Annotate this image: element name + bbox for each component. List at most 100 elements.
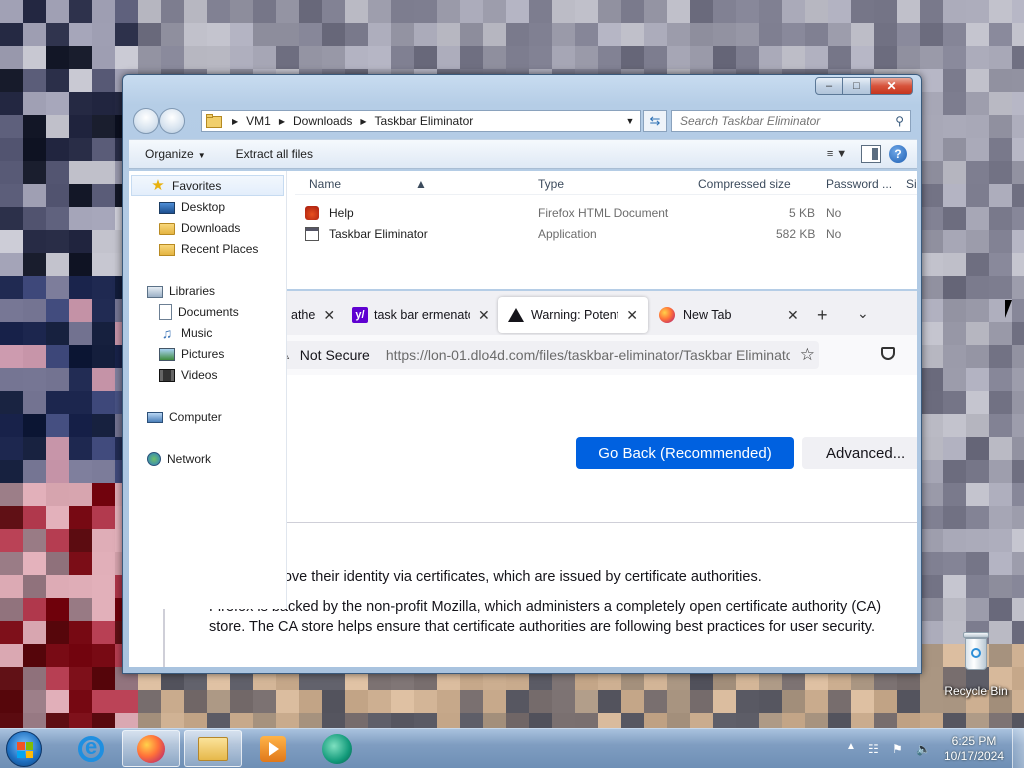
advanced-button[interactable]: Advanced...	[802, 437, 917, 469]
sidebar-item-favorites[interactable]: ★ Favorites	[131, 175, 284, 196]
mouse-cursor	[1005, 300, 1019, 318]
minimize-button[interactable]: –	[815, 77, 843, 95]
column-header-name[interactable]: Name	[309, 177, 341, 191]
breadcrumb: ▶ VM1 ▶ Downloads ▶ Taskbar Eliminator	[232, 114, 474, 128]
pocket-icon[interactable]	[881, 347, 895, 360]
network-tray-icon[interactable]: ☷	[868, 742, 882, 756]
close-tab-icon[interactable]: ✕	[626, 307, 638, 324]
address-bar[interactable]: ▶ VM1 ▶ Downloads ▶ Taskbar Eliminator ▼	[201, 110, 641, 132]
sidebar-item-network[interactable]: Network	[129, 448, 286, 469]
music-icon: ♫	[161, 324, 173, 341]
column-header-compressed-size[interactable]: Compressed size	[698, 177, 791, 191]
clock-date: 10/17/2024	[943, 749, 1005, 763]
change-view-icon[interactable]: ≡ ▼	[821, 144, 853, 164]
recent-places-icon	[159, 243, 175, 256]
taskbar: ▲ ☷ ⚑ 🔈 6:25 PM 10/17/2024	[0, 728, 1024, 768]
taskbar-media-player[interactable]	[244, 730, 302, 767]
taskbar-file-explorer[interactable]	[184, 730, 242, 767]
navigation-pane: ★ Favorites Desktop Downloads Recent Pla…	[129, 171, 287, 609]
clock-time: 6:25 PM	[951, 734, 997, 748]
sidebar-item-desktop[interactable]: Desktop	[129, 196, 286, 217]
yahoo-icon: y/	[352, 307, 368, 323]
close-tab-icon[interactable]: ✕	[787, 307, 799, 324]
command-bar: Organize ▼ Extract all files ≡ ▼ ?	[129, 139, 917, 169]
recycle-bin-shortcut[interactable]: Recycle Bin	[936, 630, 1016, 698]
internet-explorer-icon	[78, 734, 104, 762]
extract-all-files-button[interactable]: Extract all files	[226, 143, 323, 165]
explorer-window: – □ ✕ ▶ VM1 ▶ Downloads ▶ Taskbar Elimin…	[122, 74, 922, 674]
address-dropdown-icon[interactable]: ▼	[622, 113, 638, 129]
caption-buttons: – □ ✕	[815, 77, 913, 95]
file-explorer-icon	[198, 736, 228, 761]
tab-warning-active[interactable]: Warning: Potentia ✕	[498, 297, 648, 333]
action-center-flag-icon[interactable]: ⚑	[892, 742, 906, 756]
tab-new-tab[interactable]: New Tab ✕	[659, 297, 799, 333]
navigation-bar: ▶ VM1 ▶ Downloads ▶ Taskbar Eliminator ▼…	[129, 107, 917, 135]
explorer-body: ★ Favorites Desktop Downloads Recent Pla…	[129, 171, 917, 609]
column-header-size[interactable]: Si	[906, 177, 917, 191]
help-icon[interactable]: ?	[889, 145, 907, 163]
quote-border	[163, 603, 165, 667]
sidebar-item-downloads[interactable]: Downloads	[129, 217, 286, 238]
taskbar-internet-explorer[interactable]	[62, 730, 120, 767]
back-button[interactable]	[133, 108, 159, 134]
file-row-help[interactable]: Help Firefox HTML Document 5 KB No	[295, 202, 917, 223]
certificate-paragraph: rove their identity via certificates, wh…	[279, 569, 762, 585]
go-back-button[interactable]: Go Back (Recommended)	[576, 437, 794, 469]
not-secure-label: Not Secure	[299, 347, 370, 363]
search-box[interactable]: ⚲	[671, 110, 911, 132]
sidebar-item-libraries[interactable]: Libraries	[129, 280, 286, 301]
preview-pane-icon[interactable]	[861, 145, 881, 163]
file-row-taskbar-eliminator[interactable]: Taskbar Eliminator Application 582 KB No	[295, 223, 917, 244]
desktop-icon	[159, 201, 175, 214]
sidebar-item-pictures[interactable]: Pictures	[129, 343, 286, 364]
taskbar-app[interactable]	[308, 730, 366, 767]
column-header-type[interactable]: Type	[538, 177, 564, 191]
taskbar-firefox[interactable]	[122, 730, 180, 767]
warning-icon	[508, 308, 524, 322]
close-button[interactable]: ✕	[871, 77, 913, 95]
firefox-icon	[137, 734, 165, 763]
bookmark-star-icon[interactable]: ☆	[800, 345, 815, 365]
windows-logo-icon	[17, 742, 33, 758]
start-button[interactable]	[6, 731, 42, 767]
new-tab-plus-icon[interactable]: +	[817, 305, 828, 326]
tab-partial[interactable]: athe ✕	[291, 297, 335, 333]
network-icon	[147, 451, 161, 466]
organize-button[interactable]: Organize ▼	[135, 143, 216, 165]
url-text[interactable]: https://lon-01.dlo4d.com/files/taskbar-e…	[386, 347, 790, 363]
star-icon: ★	[151, 176, 165, 194]
file-list: ▲ Name Type Compressed size Password ...…	[295, 171, 917, 289]
close-tab-icon[interactable]: ✕	[478, 307, 490, 324]
sidebar-item-music[interactable]: ♫ Music	[129, 322, 286, 343]
show-desktop-button[interactable]	[1012, 729, 1024, 768]
column-header-password[interactable]: Password ...	[826, 177, 892, 191]
recycle-bin-icon	[961, 630, 991, 674]
videos-icon	[159, 368, 175, 382]
libraries-icon	[147, 285, 163, 298]
breadcrumb-vm1[interactable]: VM1	[246, 114, 271, 128]
forward-button[interactable]	[159, 108, 185, 134]
search-input[interactable]	[680, 114, 880, 128]
show-hidden-icons-icon[interactable]: ▲	[846, 741, 856, 752]
computer-icon	[147, 412, 163, 423]
volume-muted-icon[interactable]: 🔈	[916, 742, 931, 756]
sidebar-item-documents[interactable]: Documents	[129, 301, 286, 322]
refresh-icon[interactable]: ⇆	[643, 110, 667, 132]
sidebar-item-videos[interactable]: Videos	[129, 364, 286, 385]
close-tab-icon[interactable]: ✕	[323, 307, 335, 324]
divider	[279, 522, 917, 523]
url-bar[interactable]: ⚠ Not Secure https://lon-01.dlo4d.com/fi…	[279, 341, 819, 369]
tab-yahoo-search[interactable]: y/ task bar ermenato ✕	[352, 297, 490, 333]
downloads-folder-icon	[159, 222, 175, 235]
sidebar-item-computer[interactable]: Computer	[129, 406, 286, 427]
firefox-icon	[659, 307, 675, 323]
breadcrumb-taskbar-eliminator[interactable]: Taskbar Eliminator	[375, 114, 474, 128]
search-icon[interactable]: ⚲	[895, 114, 904, 128]
maximize-button[interactable]: □	[843, 77, 871, 95]
breadcrumb-downloads[interactable]: Downloads	[293, 114, 352, 128]
list-tabs-chevron-icon[interactable]: ⌄	[857, 305, 869, 322]
column-headers: ▲ Name Type Compressed size Password ...…	[295, 171, 917, 195]
clock[interactable]: 6:25 PM 10/17/2024	[936, 734, 1012, 764]
sidebar-item-recent-places[interactable]: Recent Places	[129, 238, 286, 259]
